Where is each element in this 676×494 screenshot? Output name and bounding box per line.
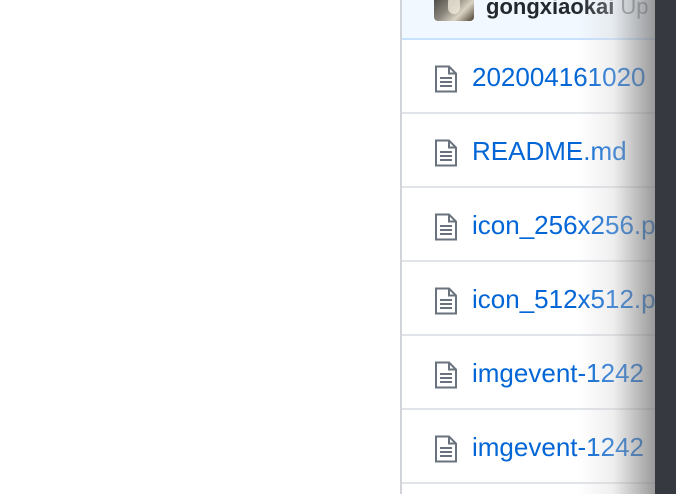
file-text-icon bbox=[435, 139, 457, 167]
file-row[interactable]: icon_256x256.p bbox=[402, 188, 676, 262]
file-link[interactable]: imgevent-1242 bbox=[472, 358, 644, 388]
commit-author[interactable]: gongxiaokai bbox=[486, 0, 614, 19]
file-text-icon bbox=[435, 361, 457, 389]
file-text-icon bbox=[435, 213, 457, 241]
commit-summary: gongxiaokai Up bbox=[486, 0, 648, 21]
file-row[interactable]: icon_512x512.p bbox=[402, 262, 676, 336]
commit-message[interactable]: Up bbox=[620, 0, 648, 19]
dark-sidebar-edge bbox=[655, 0, 676, 494]
latest-commit-row[interactable]: gongxiaokai Up bbox=[402, 0, 676, 40]
file-row[interactable]: README.md bbox=[402, 114, 676, 188]
file-text-icon bbox=[435, 287, 457, 315]
file-link[interactable]: icon_256x256.p bbox=[472, 210, 656, 240]
file-link[interactable]: 202004161020 bbox=[472, 62, 646, 92]
page-viewport: gongxiaokai Up 202004161020 README.md ic… bbox=[0, 0, 676, 494]
file-row[interactable]: imgevent-1242 bbox=[402, 336, 676, 410]
file-text-icon bbox=[435, 435, 457, 463]
file-link[interactable]: imgevent-1242 bbox=[472, 432, 644, 462]
file-row[interactable]: imgevent-1242 bbox=[402, 410, 676, 484]
file-link[interactable]: icon_512x512.p bbox=[472, 284, 656, 314]
file-link[interactable]: README.md bbox=[472, 136, 627, 166]
avatar[interactable] bbox=[434, 0, 474, 21]
repository-file-list: gongxiaokai Up 202004161020 README.md ic… bbox=[400, 0, 676, 494]
file-row[interactable]: 202004161020 bbox=[402, 40, 676, 114]
file-row[interactable] bbox=[402, 484, 676, 494]
file-text-icon bbox=[435, 65, 457, 93]
